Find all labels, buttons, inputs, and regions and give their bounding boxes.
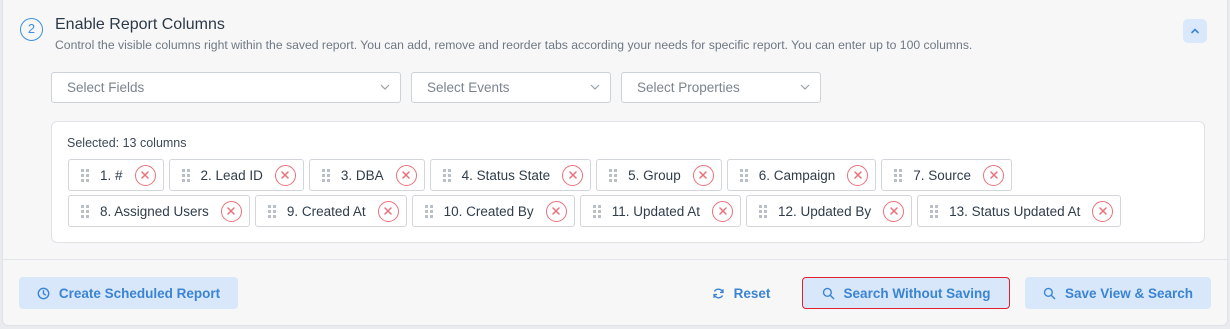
drag-handle-icon[interactable] — [609, 169, 618, 182]
chips-row-1: 1. # 2. Lead ID 3. DBA 4. Status State 5. Gr… — [68, 159, 1013, 191]
drag-handle-icon[interactable] — [81, 169, 89, 182]
drag-handle-icon[interactable] — [894, 169, 903, 182]
search-without-saving-label: Search Without Saving — [843, 285, 991, 301]
remove-column-icon[interactable] — [692, 164, 714, 186]
column-chip-label: 2. Lead ID — [200, 167, 263, 183]
drag-handle-icon[interactable] — [321, 169, 330, 182]
column-chip[interactable]: 10. Created By — [411, 195, 575, 227]
column-chip[interactable]: 11. Updated At — [579, 195, 742, 227]
column-chip-label: 12. Updated By — [778, 203, 872, 219]
remove-column-icon[interactable] — [983, 164, 1005, 186]
collapse-button[interactable] — [1183, 19, 1207, 43]
drag-handle-icon[interactable] — [759, 205, 768, 218]
column-chip[interactable]: 12. Updated By — [746, 195, 913, 227]
column-chip[interactable]: 13. Status Updated At — [917, 195, 1122, 227]
column-chip-label: 1. # — [100, 167, 123, 183]
remove-column-icon[interactable] — [712, 200, 734, 222]
remove-column-icon[interactable] — [883, 200, 905, 222]
remove-column-icon[interactable] — [220, 200, 242, 222]
chevron-down-icon — [800, 84, 810, 90]
search-without-saving-button[interactable]: Search Without Saving — [802, 277, 1010, 309]
search-icon — [822, 287, 834, 299]
clock-icon — [37, 287, 50, 299]
column-chip[interactable]: 6. Campaign — [726, 159, 877, 191]
remove-column-icon[interactable] — [1092, 200, 1114, 222]
select-events-placeholder: Select Events — [427, 80, 510, 95]
reset-button[interactable]: Reset — [703, 277, 779, 309]
drag-handle-icon[interactable] — [181, 169, 190, 182]
save-view-and-search-label: Save View & Search — [1064, 285, 1194, 301]
column-chip-label: 13. Status Updated At — [949, 203, 1081, 219]
column-chip[interactable]: 8. Assigned Users — [68, 195, 250, 227]
reset-label: Reset — [733, 285, 771, 301]
save-view-and-search-button[interactable]: Save View & Search — [1025, 277, 1211, 309]
column-chip-label: 7. Source — [913, 167, 972, 183]
remove-column-icon[interactable] — [562, 164, 584, 186]
drag-handle-icon[interactable] — [442, 169, 451, 182]
section-description: Control the visible columns right within… — [55, 38, 973, 52]
footer-divider — [3, 259, 1229, 260]
column-chip[interactable]: 1. # — [68, 159, 164, 191]
select-events-dropdown[interactable]: Select Events — [411, 72, 611, 103]
refresh-icon — [712, 288, 724, 298]
column-chip-label: 9. Created At — [286, 203, 366, 219]
search-icon — [1043, 287, 1056, 299]
section-title: Enable Report Columns — [55, 16, 225, 33]
remove-column-icon[interactable] — [395, 164, 417, 186]
column-chip-label: 5. Group — [628, 167, 681, 183]
drag-handle-icon[interactable] — [592, 205, 601, 218]
drag-handle-icon[interactable] — [424, 205, 433, 218]
remove-column-icon[interactable] — [377, 200, 399, 222]
report-columns-panel: 2 Enable Report Columns Control the visi… — [2, 0, 1229, 326]
remove-column-icon[interactable] — [847, 164, 869, 186]
column-chip[interactable]: 7. Source — [881, 159, 1013, 191]
column-chip[interactable]: 4. Status State — [429, 159, 592, 191]
column-chip[interactable]: 3. DBA — [308, 159, 425, 191]
column-chip[interactable]: 2. Lead ID — [168, 159, 304, 191]
column-chip-label: 11. Updated At — [611, 203, 701, 219]
chevron-down-icon — [590, 84, 600, 90]
column-chip[interactable]: 9. Created At — [254, 195, 407, 227]
select-fields-dropdown[interactable]: Select Fields — [51, 72, 401, 103]
select-fields-placeholder: Select Fields — [67, 80, 145, 95]
column-chip-label: 10. Created By — [443, 203, 534, 219]
select-properties-placeholder: Select Properties — [637, 80, 740, 95]
column-chip-label: 4. Status State — [461, 167, 551, 183]
selected-count: Selected: 13 columns — [67, 136, 187, 150]
drag-handle-icon[interactable] — [267, 205, 276, 218]
column-chip-label: 8. Assigned Users — [100, 203, 209, 219]
create-scheduled-report-label: Create Scheduled Report — [58, 285, 221, 301]
chips-row-2: 8. Assigned Users 9. Created At 10. Create… — [68, 195, 1122, 227]
drag-handle-icon[interactable] — [81, 205, 89, 218]
select-properties-dropdown[interactable]: Select Properties — [621, 72, 821, 103]
remove-column-icon[interactable] — [545, 200, 567, 222]
create-scheduled-report-button[interactable]: Create Scheduled Report — [19, 277, 238, 309]
column-chip-label: 3. DBA — [340, 167, 384, 183]
drag-handle-icon[interactable] — [739, 169, 748, 182]
step-number-badge: 2 — [20, 18, 43, 41]
remove-column-icon[interactable] — [274, 164, 296, 186]
chevron-down-icon — [380, 84, 390, 90]
chevron-up-icon — [1191, 28, 1199, 34]
column-chip-label: 6. Campaign — [758, 167, 836, 183]
column-chip[interactable]: 5. Group — [596, 159, 722, 191]
drag-handle-icon[interactable] — [930, 205, 939, 218]
remove-column-icon[interactable] — [134, 164, 156, 186]
